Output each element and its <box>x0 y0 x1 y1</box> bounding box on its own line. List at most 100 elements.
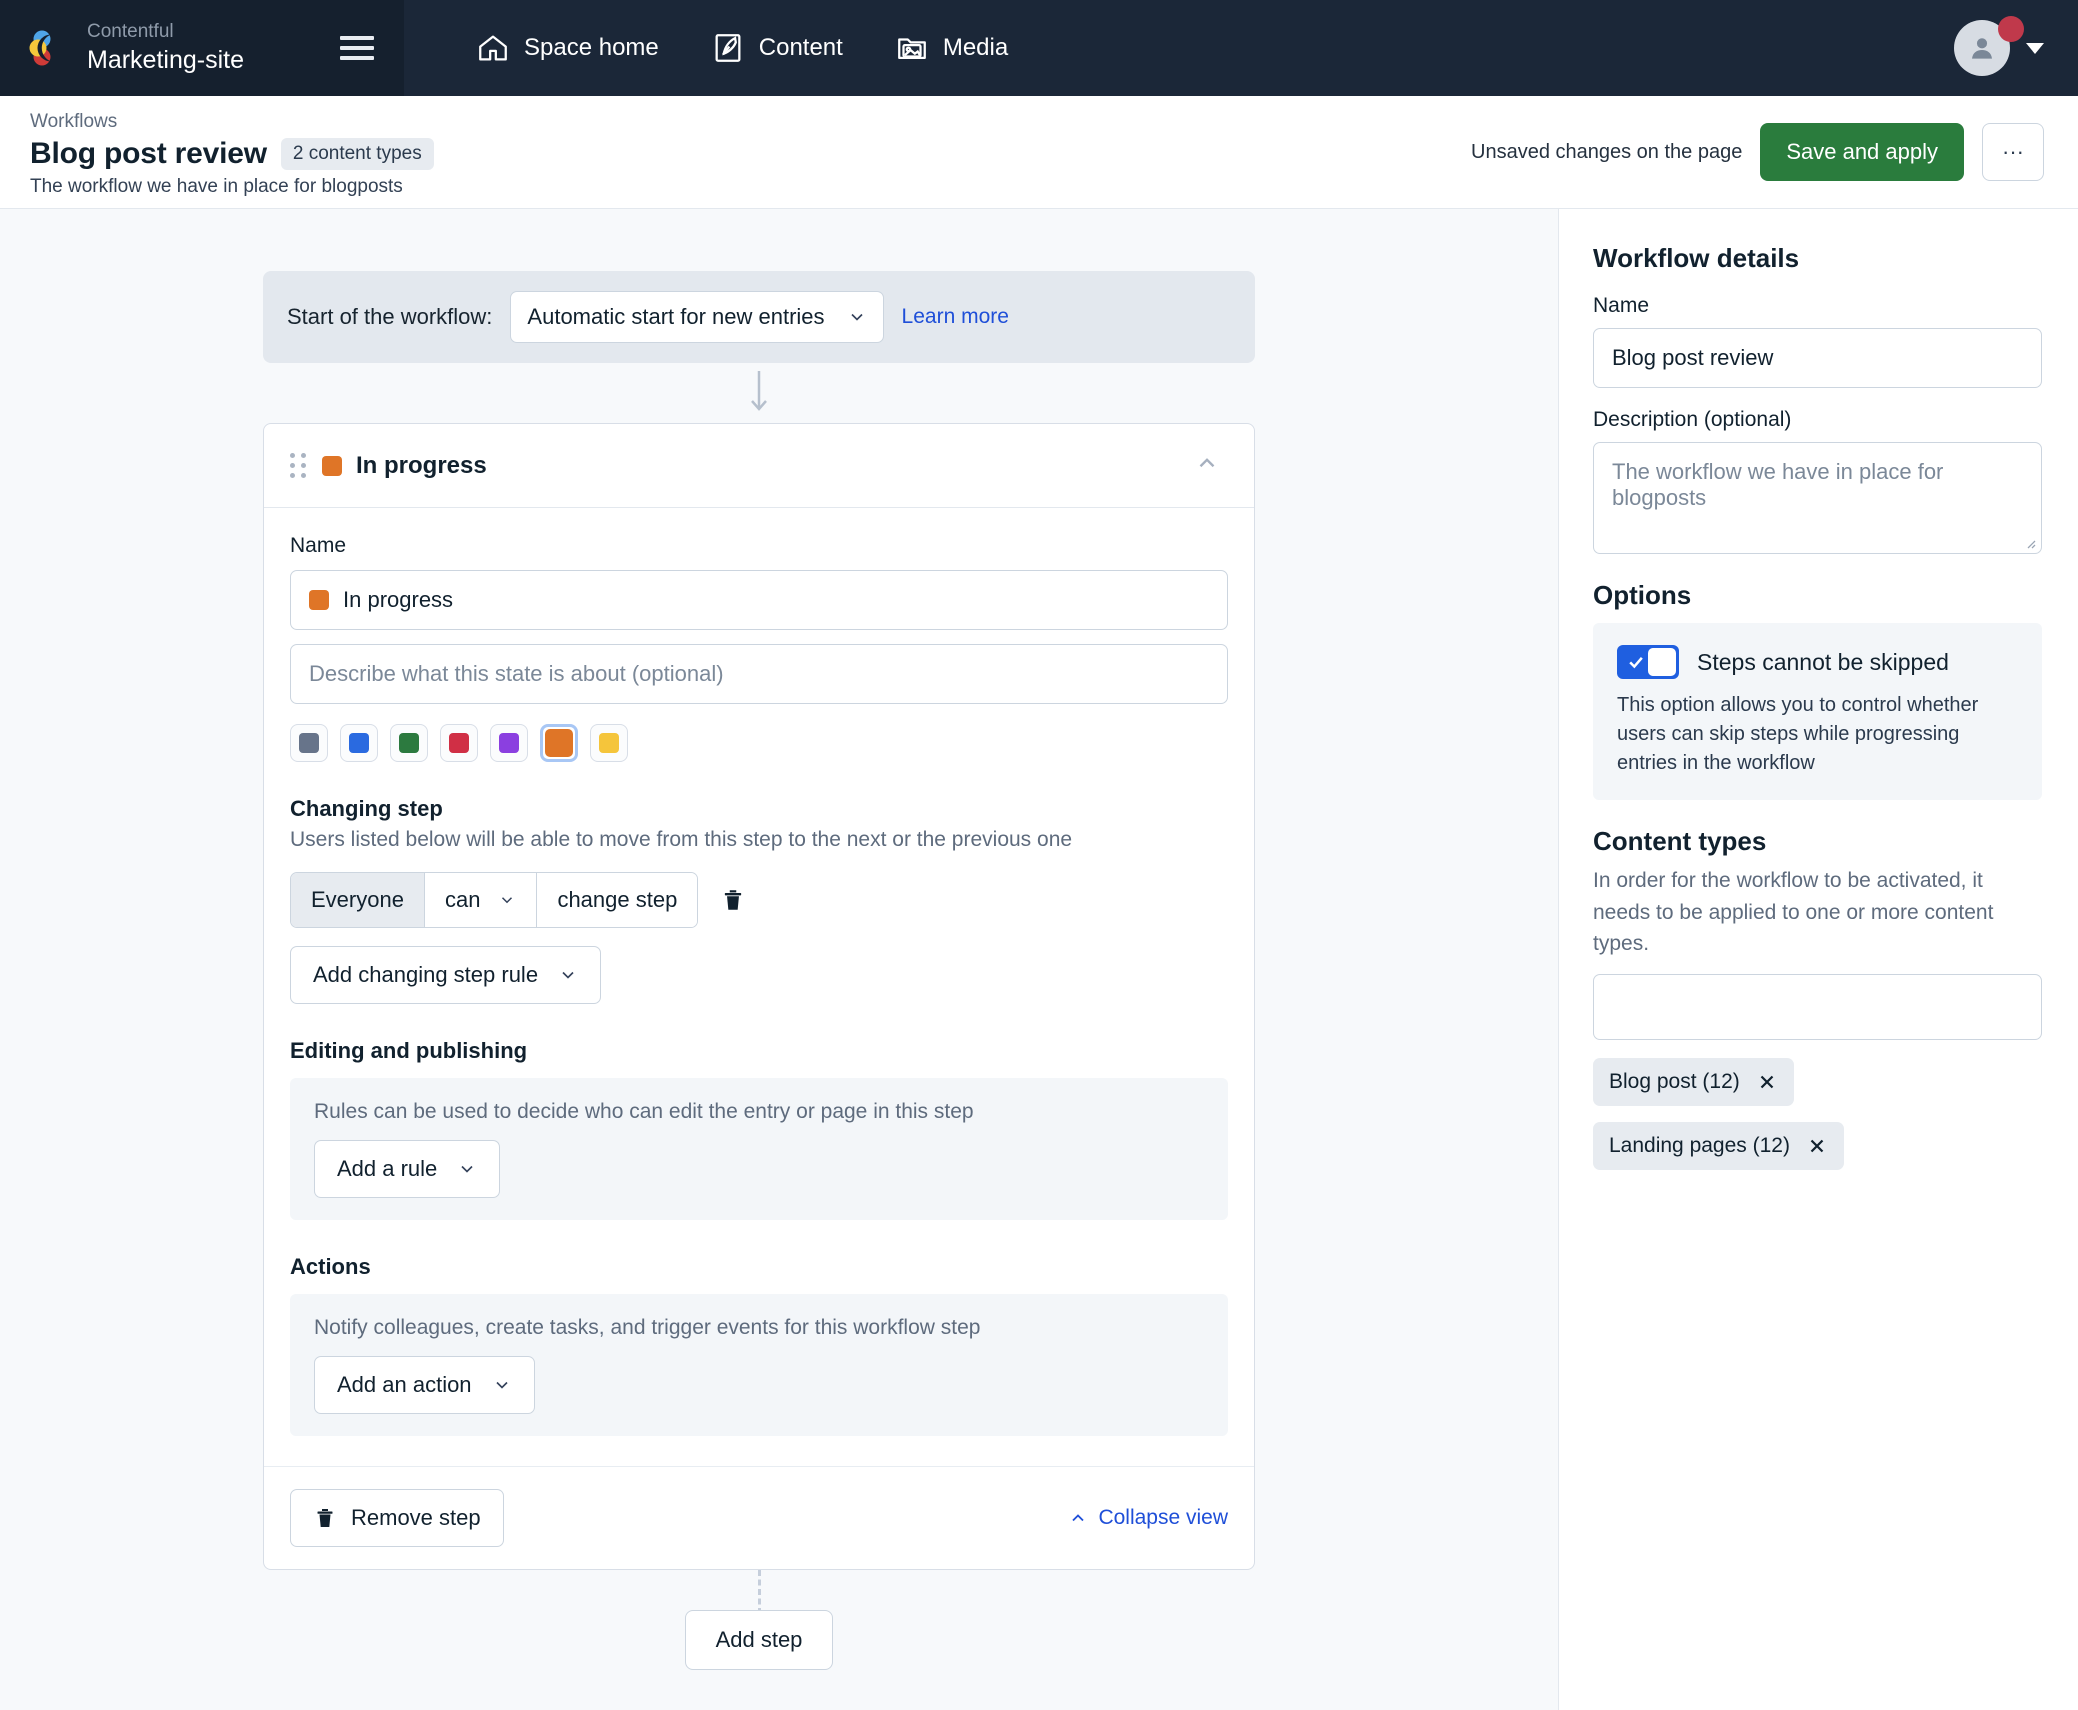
notification-dot <box>1998 16 2024 42</box>
sidebar-name-label: Name <box>1593 294 1650 317</box>
workflow-step-card: In progress Name In progress Describe wh <box>263 423 1255 1570</box>
step-title: In progress <box>356 451 487 479</box>
organization-name: Contentful <box>87 21 174 42</box>
workflow-description-placeholder: The workflow we have in place for blogpo… <box>1612 459 1944 510</box>
workflow-description-textarea[interactable]: The workflow we have in place for blogpo… <box>1593 442 2042 554</box>
check-icon <box>1629 657 1643 669</box>
media-image-icon <box>897 38 926 60</box>
breadcrumb[interactable]: Workflows <box>30 111 434 133</box>
actions-description: Notify colleagues, create tasks, and tri… <box>314 1316 981 1339</box>
start-of-workflow-label: Start of the workflow: <box>287 304 493 329</box>
nav-item-media[interactable]: Media <box>869 0 1034 96</box>
editing-publishing-panel: Rules can be used to decide who can edit… <box>290 1078 1228 1220</box>
color-swatch-yellow[interactable] <box>590 724 628 762</box>
content-type-tag: Blog post (12) <box>1593 1057 1794 1106</box>
remove-content-type-icon[interactable] <box>1806 1135 1828 1157</box>
steps-cannot-be-skipped-toggle[interactable] <box>1617 645 1679 679</box>
collapse-step-button[interactable] <box>1186 446 1228 485</box>
content-type-tag-label: Blog post (12) <box>1609 1069 1740 1093</box>
step-color-picker <box>290 724 1228 762</box>
trash-icon <box>317 1509 333 1527</box>
actions-panel: Notify colleagues, create tasks, and tri… <box>290 1294 1228 1436</box>
page-title: Blog post review <box>30 136 267 170</box>
changing-step-description: Users listed below will be able to move … <box>290 828 1073 851</box>
workflow-start-bar: Start of the workflow: Automatic start f… <box>263 271 1255 363</box>
add-an-action-button[interactable]: Add an action <box>314 1356 535 1414</box>
collapse-view-label: Collapse view <box>1098 1506 1228 1529</box>
color-swatch-fill <box>499 733 519 753</box>
option-description: This option allows you to control whethe… <box>1617 694 1979 774</box>
chevron-down-icon <box>562 971 574 979</box>
home-icon <box>479 35 507 61</box>
delete-rule-button[interactable] <box>716 883 750 917</box>
nav-item-content[interactable]: Content <box>685 0 869 96</box>
remove-step-button[interactable]: Remove step <box>290 1489 504 1547</box>
workflow-start-select[interactable]: Automatic start for new entries <box>510 291 884 343</box>
rule-who-segment: Everyone <box>291 873 424 927</box>
page-subtitle: The workflow we have in place for blogpo… <box>30 175 403 197</box>
actions-title: Actions <box>290 1254 371 1279</box>
option-label: Steps cannot be skipped <box>1697 648 1949 675</box>
resize-grip-icon[interactable] <box>2022 535 2036 549</box>
flow-connector-arrow <box>263 363 1255 423</box>
content-type-tag-label: Landing pages (12) <box>1609 1133 1790 1157</box>
chevron-up-icon <box>1199 458 1215 468</box>
content-type-tag: Landing pages (12) <box>1593 1121 1844 1170</box>
workflow-name-input[interactable]: Blog post review <box>1593 328 2042 388</box>
options-title: Options <box>1593 580 1692 610</box>
collapse-view-link[interactable]: Collapse view <box>1068 1506 1228 1530</box>
trash-icon <box>725 890 742 910</box>
color-swatch-fill <box>449 733 469 753</box>
step-description-placeholder: Describe what this state is about (optio… <box>309 661 724 686</box>
step-name-label: Name <box>290 534 347 557</box>
chevron-down-icon <box>461 1165 473 1173</box>
color-swatch-red[interactable] <box>440 724 478 762</box>
chevron-up-icon <box>1072 1514 1085 1522</box>
sidebar-title: Workflow details <box>1593 243 1800 273</box>
editing-publishing-title: Editing and publishing <box>290 1038 528 1063</box>
content-types-input[interactable] <box>1593 973 2042 1040</box>
changing-step-title: Changing step <box>290 796 443 821</box>
rule-verb-select[interactable]: can <box>423 873 537 927</box>
hamburger-icon[interactable] <box>340 36 374 60</box>
user-avatar-icon <box>1972 38 1992 59</box>
content-types-tag-list: Blog post (12) Landing pages (12) <box>1593 1057 2042 1170</box>
nav-label-content: Content <box>758 34 843 61</box>
color-swatch-gray[interactable] <box>290 724 328 762</box>
step-name-value: In progress <box>343 587 454 612</box>
main-nav-items: Space home Content Media <box>404 0 1954 96</box>
add-changing-step-rule-button[interactable]: Add changing step rule <box>290 946 602 1004</box>
color-swatch-purple[interactable] <box>490 724 528 762</box>
step-description-input[interactable]: Describe what this state is about (optio… <box>290 644 1228 704</box>
save-and-apply-button[interactable]: Save and apply <box>1760 123 1964 181</box>
learn-more-link[interactable]: Learn more <box>902 305 1009 329</box>
add-a-rule-button[interactable]: Add a rule <box>314 1140 501 1198</box>
nav-label-media: Media <box>942 34 1009 61</box>
step-color-indicator <box>322 455 342 476</box>
drag-handle-icon[interactable] <box>290 453 306 478</box>
color-swatch-fill <box>599 733 619 753</box>
chevron-down-icon[interactable] <box>2026 42 2044 54</box>
options-box: Steps cannot be skipped This option allo… <box>1593 623 2042 800</box>
content-pen-icon <box>715 34 741 62</box>
nav-item-space-home[interactable]: Space home <box>450 0 685 96</box>
more-options-button[interactable]: ··· <box>1982 123 2044 181</box>
remove-step-label: Remove step <box>351 1505 481 1530</box>
step-color-chip <box>309 590 329 610</box>
color-swatch-orange[interactable] <box>540 724 578 762</box>
color-swatch-green[interactable] <box>390 724 428 762</box>
avatar[interactable] <box>1954 16 2024 76</box>
space-name: Marketing-site <box>87 45 244 74</box>
color-swatch-blue[interactable] <box>340 724 378 762</box>
add-a-rule-label: Add a rule <box>337 1156 438 1181</box>
brand-space-selector[interactable]: Contentful Marketing-site <box>0 0 404 96</box>
workflow-canvas: Start of the workflow: Automatic start f… <box>0 209 1558 1710</box>
step-name-input[interactable]: In progress <box>290 570 1228 630</box>
remove-content-type-icon[interactable] <box>1756 1071 1778 1093</box>
color-swatch-fill <box>299 733 319 753</box>
color-swatch-fill <box>399 733 419 753</box>
content-types-description: In order for the workflow to be activate… <box>1593 869 1994 955</box>
sidebar-description-label: Description (optional) <box>1593 408 1792 431</box>
workflow-start-selected-value: Automatic start for new entries <box>527 304 825 329</box>
add-step-button[interactable]: Add step <box>684 1610 834 1670</box>
